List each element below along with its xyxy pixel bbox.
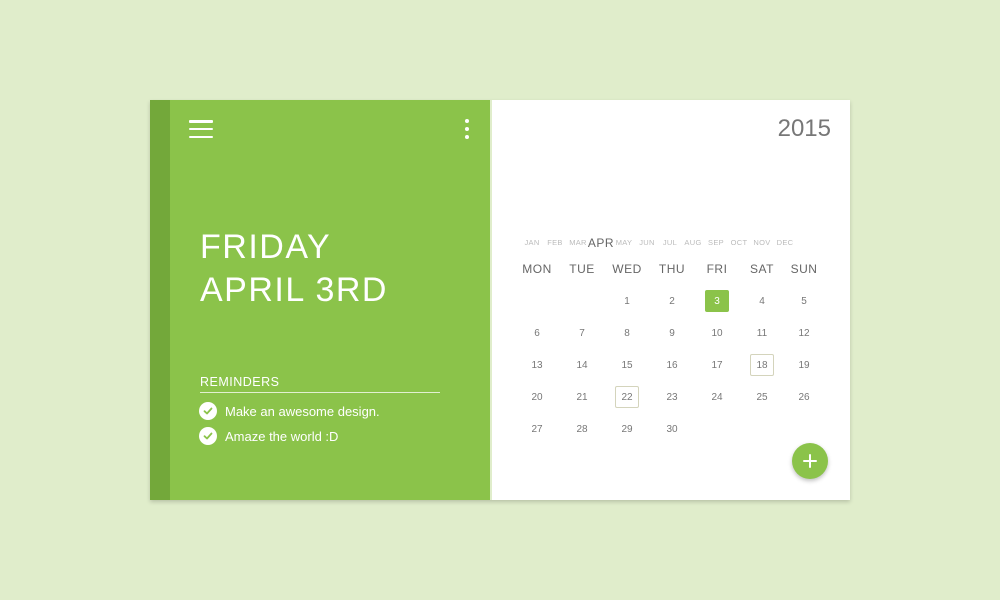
calendar-day[interactable]: 3 (705, 290, 729, 312)
selected-day-name: FRIDAY (200, 228, 332, 266)
calendar-card: FRIDAY APRIL 3RD REMINDERS Make an aweso… (150, 100, 850, 500)
reminder-item[interactable]: Make an awesome design. (199, 401, 380, 421)
calendar-day[interactable]: 16 (660, 354, 684, 376)
plus-icon (803, 454, 817, 468)
calendar-day[interactable]: 24 (705, 386, 729, 408)
calendar-day[interactable]: 13 (525, 354, 549, 376)
calendar-day[interactable]: 10 (705, 322, 729, 344)
reminders-title: REMINDERS (200, 375, 440, 393)
calendar-panel: 2015 JAN FEB MAR APR MAY JUN JUL AUG SEP OCT NOV DE… (492, 100, 850, 500)
calendar-day[interactable]: 22 (615, 386, 639, 408)
day-grid: 1 2 3 4 5 6 7 8 9 10 11 12 13 14 15 16 17 18 19 20 21 22 23 24 2… (492, 100, 850, 500)
calendar-day[interactable]: 19 (792, 354, 816, 376)
add-event-button[interactable] (792, 443, 828, 479)
calendar-day[interactable]: 12 (792, 322, 816, 344)
calendar-day[interactable]: 15 (615, 354, 639, 376)
calendar-day[interactable]: 11 (750, 322, 774, 344)
calendar-day[interactable]: 17 (705, 354, 729, 376)
check-circle-icon (199, 402, 217, 420)
calendar-day[interactable]: 26 (792, 386, 816, 408)
reminder-label: Make an awesome design. (225, 403, 380, 419)
calendar-day[interactable]: 28 (570, 418, 594, 440)
calendar-day[interactable]: 6 (525, 322, 549, 344)
menu-icon[interactable] (189, 120, 213, 138)
calendar-day[interactable]: 20 (525, 386, 549, 408)
calendar-day[interactable]: 5 (792, 290, 816, 312)
calendar-day[interactable]: 2 (660, 290, 684, 312)
more-vertical-icon[interactable] (462, 119, 472, 139)
date-panel: FRIDAY APRIL 3RD REMINDERS Make an aweso… (150, 100, 490, 500)
calendar-day[interactable]: 7 (570, 322, 594, 344)
calendar-day[interactable]: 4 (750, 290, 774, 312)
calendar-day[interactable]: 25 (750, 386, 774, 408)
calendar-day[interactable]: 23 (660, 386, 684, 408)
calendar-day[interactable]: 21 (570, 386, 594, 408)
calendar-day[interactable]: 29 (615, 418, 639, 440)
calendar-day[interactable]: 9 (660, 322, 684, 344)
panel-stripe (150, 100, 170, 500)
calendar-day[interactable]: 8 (615, 322, 639, 344)
check-circle-icon (199, 427, 217, 445)
reminder-item[interactable]: Amaze the world :D (199, 426, 338, 446)
calendar-day[interactable]: 18 (750, 354, 774, 376)
calendar-day[interactable]: 1 (615, 290, 639, 312)
selected-date-text: APRIL 3RD (200, 271, 388, 309)
reminder-label: Amaze the world :D (225, 428, 339, 444)
calendar-day[interactable]: 30 (660, 418, 684, 440)
calendar-day[interactable]: 27 (525, 418, 549, 440)
calendar-day[interactable]: 14 (570, 354, 594, 376)
